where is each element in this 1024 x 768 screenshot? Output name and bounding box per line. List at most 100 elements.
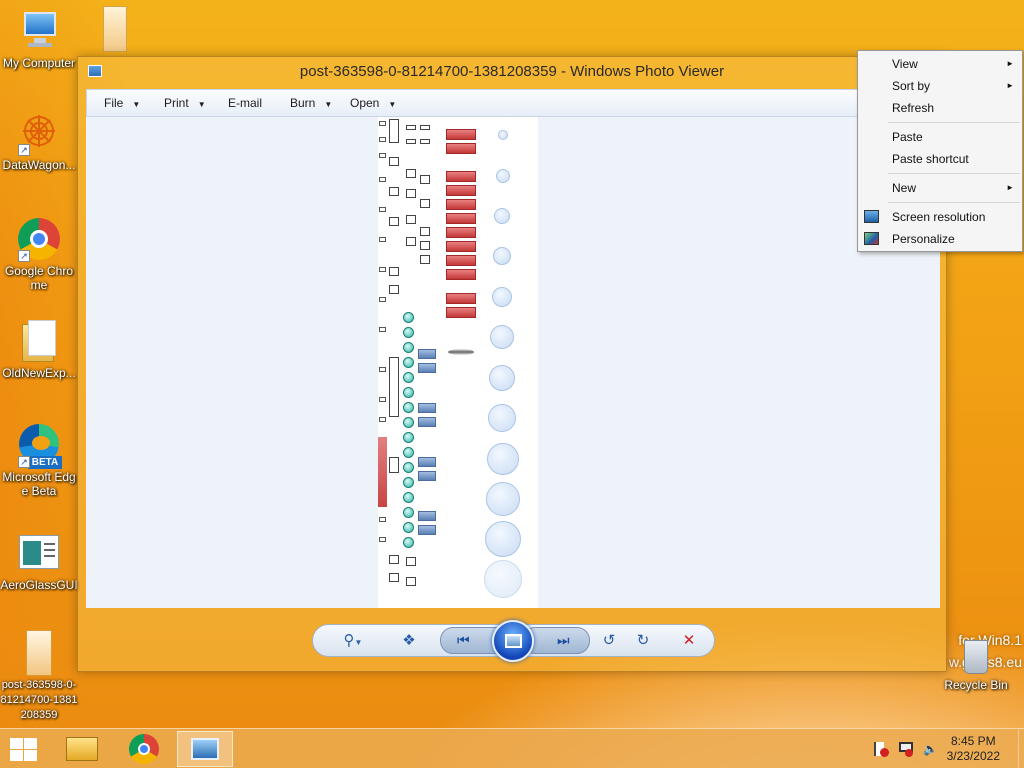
zoom-icon: ⚲ xyxy=(343,632,355,649)
slideshow-icon xyxy=(505,634,522,648)
slideshow-button[interactable] xyxy=(492,620,534,662)
photo-viewer-window[interactable]: post-363598-0-81214700-1381208359 - Wind… xyxy=(77,56,947,672)
displayed-image xyxy=(378,117,538,608)
actual-size-icon: ❖ xyxy=(402,632,416,649)
desktop-icon-post-image[interactable]: post-363598-0-81214700-1381208359 xyxy=(0,630,78,723)
context-menu-label: Personalize xyxy=(892,232,955,246)
desktop-icon-google-chrome[interactable]: ↗ Google Chrome xyxy=(0,216,78,292)
shortcut-arrow-icon: ↗ xyxy=(18,144,30,156)
computer-icon xyxy=(16,8,62,54)
taskbar-clock[interactable]: 8:45 PM 3/23/2022 xyxy=(947,734,1000,764)
caret-down-icon: ▼ xyxy=(132,100,141,109)
desktop-icon-label: OldNewExp... xyxy=(2,366,76,380)
context-menu-label: Screen resolution xyxy=(892,210,986,224)
desktop-icon-datawagon[interactable]: ↗ DataWagon... xyxy=(0,110,78,172)
rotate-counterclockwise-button[interactable]: ↺ xyxy=(598,630,620,652)
desktop-icon-label: DataWagon... xyxy=(2,158,76,172)
submenu-arrow-icon: ► xyxy=(1006,183,1014,192)
desktop-icon-label: post-363598-0-81214700-1381208359 xyxy=(0,679,78,721)
submenu-arrow-icon: ► xyxy=(1006,81,1014,90)
folder-icon xyxy=(16,318,62,364)
desktop-context-menu: View ► Sort by ► Refresh Paste Paste sho… xyxy=(857,50,1023,252)
desktop-icon-recycle-bin[interactable]: Recycle Bin xyxy=(940,640,1012,692)
photo-viewer-titlebar[interactable]: post-363598-0-81214700-1381208359 - Wind… xyxy=(78,57,946,87)
image-file-icon xyxy=(103,6,127,52)
clock-date: 3/23/2022 xyxy=(946,749,1000,763)
menu-burn[interactable]: Burn ▼ xyxy=(290,96,332,110)
rotate-clockwise-icon: ↻ xyxy=(636,632,650,649)
context-menu-view[interactable]: View ► xyxy=(858,53,1022,75)
taskbar: 🔈 8:45 PM 3/23/2022 xyxy=(0,728,1024,768)
caret-down-icon: ▼ xyxy=(354,638,363,647)
menu-email[interactable]: E-mail xyxy=(228,96,262,110)
next-icon: ⏭ xyxy=(557,632,570,648)
photo-viewer-controls: ⚲▼ ❖ ⏮ ⏭ ↺ ↻ ✕ xyxy=(312,620,715,662)
recycle-bin-icon xyxy=(964,640,988,674)
zoom-button[interactable]: ⚲▼ xyxy=(342,630,364,652)
menu-print[interactable]: Print ▼ xyxy=(164,96,206,110)
desktop-icon-label: Microsoft Edge Beta xyxy=(2,470,76,498)
delete-button[interactable]: ✕ xyxy=(678,630,700,652)
context-menu-label: New xyxy=(892,181,917,195)
window-title: post-363598-0-81214700-1381208359 - Wind… xyxy=(299,63,725,80)
context-menu-label: View xyxy=(892,57,918,71)
menu-print-label: Print xyxy=(164,96,189,110)
photo-canvas xyxy=(86,117,940,608)
caret-down-icon: ▼ xyxy=(388,100,397,109)
context-menu-label: Sort by xyxy=(892,79,931,93)
context-menu-screen-resolution[interactable]: Screen resolution xyxy=(858,206,1022,228)
photo-viewer-menubar: File ▼ Print ▼ E-mail Burn ▼ Open ▼ xyxy=(86,89,940,117)
image-file-icon xyxy=(16,630,62,676)
desktop-icon-oldnewexp[interactable]: OldNewExp... xyxy=(0,318,78,380)
volume-muted-icon[interactable]: 🔈 xyxy=(923,742,938,756)
context-menu-refresh[interactable]: Refresh xyxy=(858,97,1022,119)
desktop-icon-label: AeroGlassGUI xyxy=(0,578,78,592)
menu-separator xyxy=(888,122,1020,123)
rotate-counterclockwise-icon: ↺ xyxy=(602,632,616,649)
caret-down-icon: ▼ xyxy=(324,100,333,109)
display-icon xyxy=(864,210,879,223)
desktop-icon-aeroglassgui[interactable]: AeroGlassGUI xyxy=(0,530,78,592)
context-menu-new[interactable]: New ► xyxy=(858,177,1022,199)
taskbar-chrome[interactable] xyxy=(116,731,172,767)
menu-file-label: File xyxy=(104,96,124,110)
clock-time: 8:45 PM xyxy=(950,734,996,748)
previous-icon: ⏮ xyxy=(457,632,470,648)
context-menu-sort-by[interactable]: Sort by ► xyxy=(858,75,1022,97)
menu-open[interactable]: Open ▼ xyxy=(350,96,396,110)
delete-icon: ✕ xyxy=(682,632,696,649)
desktop-icon-label: Google Chrome xyxy=(4,264,74,292)
windows-logo-icon xyxy=(10,738,23,749)
context-menu-paste-shortcut[interactable]: Paste shortcut xyxy=(858,148,1022,170)
menu-file[interactable]: File ▼ xyxy=(104,96,140,110)
beta-badge: BETA xyxy=(28,456,62,469)
edge-beta-icon: BETA ↗ xyxy=(16,422,62,469)
desktop-icon-label: My Computer xyxy=(2,56,76,70)
folder-icon xyxy=(66,737,98,761)
context-menu-personalize[interactable]: Personalize xyxy=(858,228,1022,250)
aeroglass-icon xyxy=(16,530,62,576)
menu-separator xyxy=(888,173,1020,174)
taskbar-file-explorer[interactable] xyxy=(54,731,110,767)
chrome-icon: ↗ xyxy=(16,216,62,262)
shortcut-arrow-icon: ↗ xyxy=(18,456,30,468)
rotate-clockwise-button[interactable]: ↻ xyxy=(632,630,654,652)
desktop-icon-edge-beta[interactable]: BETA ↗ Microsoft Edge Beta xyxy=(0,422,78,498)
action-center-icon[interactable] xyxy=(874,742,889,757)
shortcut-arrow-icon: ↗ xyxy=(18,250,30,262)
photo-viewer-icon xyxy=(191,738,219,760)
caret-down-icon: ▼ xyxy=(197,100,206,109)
menu-burn-label: Burn xyxy=(290,96,316,110)
start-button[interactable] xyxy=(8,737,38,761)
submenu-arrow-icon: ► xyxy=(1006,59,1014,68)
desktop-icon-my-computer[interactable]: My Computer xyxy=(0,8,78,70)
desktop-icon-label: Recycle Bin xyxy=(944,678,1008,692)
actual-size-button[interactable]: ❖ xyxy=(398,630,420,652)
context-menu-paste[interactable]: Paste xyxy=(858,126,1022,148)
taskbar-photo-viewer[interactable] xyxy=(177,731,233,767)
menu-separator xyxy=(888,202,1020,203)
network-icon[interactable] xyxy=(899,742,913,757)
menu-open-label: Open xyxy=(350,96,380,110)
personalize-icon xyxy=(864,232,879,245)
show-desktop-button[interactable] xyxy=(1018,729,1024,768)
